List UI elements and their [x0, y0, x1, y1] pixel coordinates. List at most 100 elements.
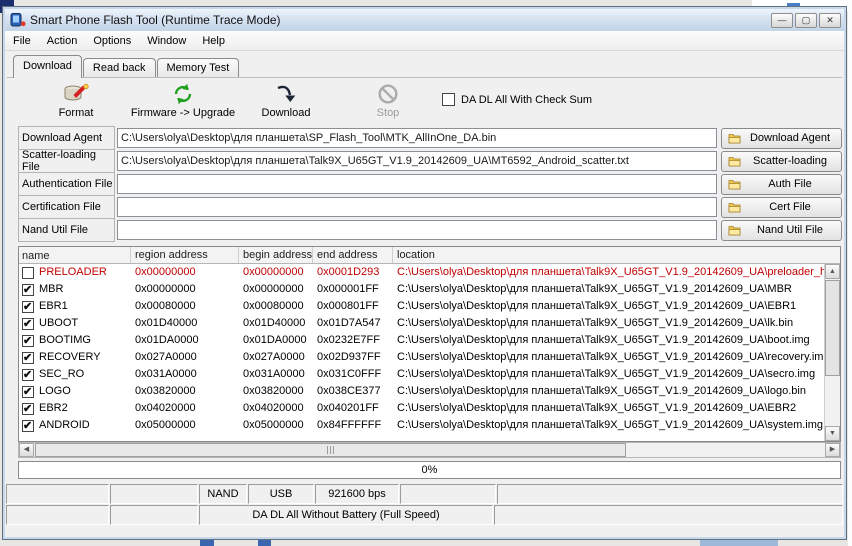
window-title: Smart Phone Flash Tool (Runtime Trace Mo… — [30, 13, 281, 27]
header-location[interactable]: location — [393, 247, 840, 263]
status-cell-empty — [400, 484, 496, 504]
horizontal-scrollbar-thumb[interactable] — [35, 443, 627, 457]
scroll-up-icon[interactable]: ▲ — [825, 264, 840, 279]
auth-file-label: Authentication File — [18, 172, 115, 196]
file-location: C:\Users\olya\Desktop\для планшета\Talk9… — [397, 402, 797, 414]
scroll-left-icon[interactable]: ◀ — [19, 443, 34, 457]
table-row[interactable]: SEC_RO 0x031A0000 0x031A0000 0x031C0FFF … — [19, 366, 824, 383]
firmware-upgrade-button[interactable]: Firmware -> Upgrade — [117, 82, 249, 119]
partition-name: EBR2 — [39, 402, 68, 414]
row-checkbox[interactable] — [22, 419, 34, 432]
row-checkbox[interactable] — [22, 266, 34, 279]
stop-button[interactable]: Stop — [353, 82, 423, 119]
region-address: 0x01DA0000 — [135, 334, 199, 346]
begin-address: 0x01D40000 — [243, 317, 306, 329]
header-region-address[interactable]: region address — [131, 247, 239, 263]
region-address: 0x027A0000 — [135, 351, 197, 363]
region-address: 0x00000000 — [135, 266, 196, 278]
menu-options[interactable]: Options — [85, 32, 139, 50]
row-checkbox[interactable] — [22, 300, 34, 313]
tab-read-back[interactable]: Read back — [82, 58, 156, 77]
partition-name: LOGO — [39, 385, 71, 397]
format-label: Format — [58, 107, 94, 119]
minimize-button[interactable]: — — [771, 12, 793, 28]
da-dl-mode-status: DA DL All Without Battery (Full Speed) — [199, 505, 493, 525]
file-location: C:\Users\olya\Desktop\для планшета\Talk9… — [397, 283, 792, 295]
app-window: Smart Phone Flash Tool (Runtime Trace Mo… — [2, 6, 847, 540]
da-dl-checksum-label: DA DL All With Check Sum — [461, 93, 593, 106]
tab-download[interactable]: Download — [13, 55, 82, 78]
row-checkbox[interactable] — [22, 368, 34, 381]
format-button[interactable]: Format — [35, 82, 117, 119]
header-end-address[interactable]: end address — [313, 247, 393, 263]
menu-window[interactable]: Window — [139, 32, 194, 50]
region-address: 0x031A0000 — [135, 368, 197, 380]
firmware-upgrade-icon — [117, 82, 249, 106]
begin-address: 0x00000000 — [243, 266, 304, 278]
download-agent-browse-label: Download Agent — [749, 132, 831, 144]
table-row[interactable]: LOGO 0x03820000 0x03820000 0x038CE377 C:… — [19, 383, 824, 400]
da-dl-checksum-checkbox[interactable] — [442, 93, 455, 106]
scroll-right-icon[interactable]: ▶ — [825, 443, 840, 457]
region-address: 0x01D40000 — [135, 317, 198, 329]
row-checkbox[interactable] — [22, 385, 34, 398]
nand-util-input[interactable] — [117, 220, 717, 240]
scatter-file-browse-button[interactable]: Scatter-loading — [721, 150, 842, 172]
table-row[interactable]: BOOTIMG 0x01DA0000 0x01DA0000 0x0232E7FF… — [19, 332, 824, 349]
nand-util-browse-label: Nand Util File — [756, 224, 824, 236]
begin-address: 0x01DA0000 — [243, 334, 307, 346]
download-button[interactable]: Download — [245, 82, 327, 119]
header-name[interactable]: name — [19, 247, 131, 263]
progress-percent: 0% — [421, 464, 438, 476]
row-checkbox[interactable] — [22, 317, 34, 330]
scatter-file-input[interactable] — [117, 151, 717, 171]
download-agent-row: Download Agent Download Agent — [18, 126, 842, 150]
row-checkbox[interactable] — [22, 351, 34, 364]
cert-file-input[interactable] — [117, 197, 717, 217]
table-row[interactable]: MBR 0x00000000 0x00000000 0x000001FF C:\… — [19, 281, 824, 298]
row-checkbox[interactable] — [22, 402, 34, 415]
table-row[interactable]: ANDROID 0x05000000 0x05000000 0x84FFFFFF… — [19, 417, 824, 434]
menu-action[interactable]: Action — [39, 32, 86, 50]
download-agent-browse-button[interactable]: Download Agent — [721, 127, 842, 149]
table-row[interactable]: PRELOADER 0x00000000 0x00000000 0x0001D2… — [19, 264, 824, 281]
begin-address: 0x00000000 — [243, 283, 304, 295]
table-row[interactable]: UBOOT 0x01D40000 0x01D40000 0x01D7A547 C… — [19, 315, 824, 332]
auth-file-input[interactable] — [117, 174, 717, 194]
row-checkbox[interactable] — [22, 283, 34, 296]
file-location: C:\Users\olya\Desktop\для планшета\Talk9… — [397, 266, 824, 278]
table-row[interactable]: RECOVERY 0x027A0000 0x027A0000 0x02D937F… — [19, 349, 824, 366]
scroll-down-icon[interactable]: ▼ — [825, 426, 840, 441]
folder-icon — [728, 202, 741, 213]
maximize-button[interactable]: ▢ — [795, 12, 817, 28]
auth-file-browse-button[interactable]: Auth File — [721, 173, 842, 195]
region-address: 0x04020000 — [135, 402, 196, 414]
partition-table: name region address begin address end ad… — [18, 246, 841, 442]
menu-file[interactable]: File — [5, 32, 39, 50]
header-begin-address[interactable]: begin address — [239, 247, 313, 263]
begin-address: 0x03820000 — [243, 385, 304, 397]
download-label: Download — [261, 107, 311, 119]
begin-address: 0x027A0000 — [243, 351, 305, 363]
tab-memory-test[interactable]: Memory Test — [156, 58, 240, 77]
vertical-scrollbar-thumb[interactable] — [825, 280, 840, 376]
download-agent-input[interactable] — [117, 128, 717, 148]
cert-file-row: Certification File Cert File — [18, 195, 842, 219]
cert-file-browse-button[interactable]: Cert File — [721, 196, 842, 218]
menu-bar: File Action Options Window Help — [5, 31, 844, 51]
menu-help[interactable]: Help — [194, 32, 233, 50]
row-checkbox[interactable] — [22, 334, 34, 347]
table-row[interactable]: EBR2 0x04020000 0x04020000 0x040201FF C:… — [19, 400, 824, 417]
file-location: C:\Users\olya\Desktop\для планшета\Talk9… — [397, 385, 806, 397]
cert-file-browse-label: Cert File — [769, 201, 811, 213]
close-button[interactable]: ✕ — [819, 12, 841, 28]
status-baud-rate: 921600 bps — [315, 484, 399, 504]
file-location: C:\Users\olya\Desktop\для планшета\Talk9… — [397, 368, 816, 380]
vertical-scrollbar[interactable]: ▲ ▼ — [824, 264, 840, 441]
end-address: 0x000801FF — [317, 300, 379, 312]
horizontal-scrollbar[interactable]: ◀ ▶ — [18, 442, 841, 458]
table-row[interactable]: EBR1 0x00080000 0x00080000 0x000801FF C:… — [19, 298, 824, 315]
nand-util-browse-button[interactable]: Nand Util File — [721, 219, 842, 241]
status-cell-empty — [497, 484, 843, 504]
scatter-file-label: Scatter-loading File — [18, 149, 115, 173]
